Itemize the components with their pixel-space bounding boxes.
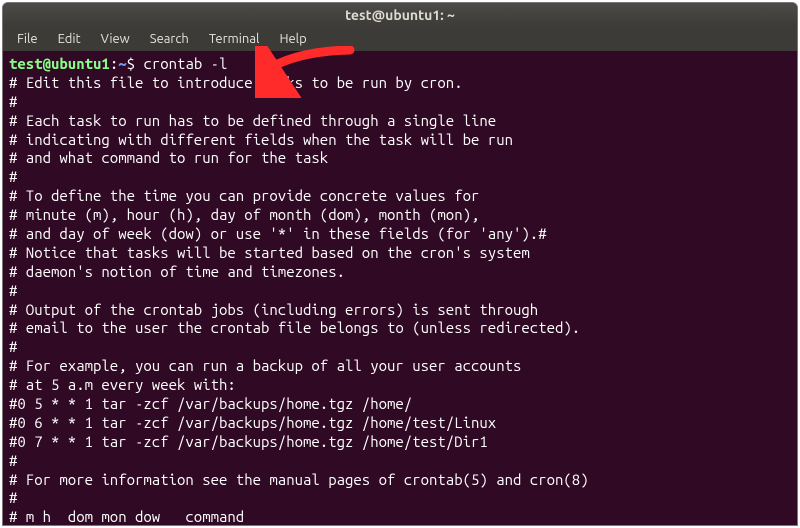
- output-line: # indicating with different fields when …: [9, 131, 791, 150]
- menu-view[interactable]: View: [93, 30, 138, 48]
- output-line: # daemon's notion of time and timezones.: [9, 263, 791, 282]
- terminal-window: test@ubuntu1: ~ File Edit View Search Te…: [2, 2, 798, 526]
- ps1-colon: :: [110, 55, 118, 72]
- output-line: #: [9, 452, 791, 471]
- output-line: # Notice that tasks will be started base…: [9, 244, 791, 263]
- command-text: crontab -l: [143, 55, 227, 72]
- ps1-dollar: $: [127, 55, 135, 72]
- output-line: # and day of week (dow) or use '*' in th…: [9, 225, 791, 244]
- ps1-userhost: test@ubuntu1: [9, 55, 110, 72]
- menu-file[interactable]: File: [9, 30, 46, 48]
- output-line: #: [9, 168, 791, 187]
- menu-help[interactable]: Help: [271, 30, 314, 48]
- output-line: #: [9, 489, 791, 508]
- output-line: #0 7 * * 1 tar -zcf /var/backups/home.tg…: [9, 433, 791, 452]
- output-line: #0 6 * * 1 tar -zcf /var/backups/home.tg…: [9, 414, 791, 433]
- terminal-viewport[interactable]: test@ubuntu1:~$ crontab -l# Edit this fi…: [3, 51, 797, 526]
- output-line: #: [9, 282, 791, 301]
- window-titlebar[interactable]: test@ubuntu1: ~: [3, 3, 797, 27]
- output-line: # minute (m), hour (h), day of month (do…: [9, 206, 791, 225]
- output-line: # For example, you can run a backup of a…: [9, 357, 791, 376]
- output-line: # To define the time you can provide con…: [9, 187, 791, 206]
- menu-search[interactable]: Search: [142, 30, 197, 48]
- output-line: #: [9, 93, 791, 112]
- output-line: # m h dom mon dow command: [9, 508, 791, 526]
- output-line: # Edit this file to introduce tasks to b…: [9, 74, 791, 93]
- output-line: # at 5 a.m every week with:: [9, 376, 791, 395]
- window-title: test@ubuntu1: ~: [345, 7, 455, 23]
- output-line: # Each task to run has to be defined thr…: [9, 112, 791, 131]
- output-line: #0 5 * * 1 tar -zcf /var/backups/home.tg…: [9, 395, 791, 414]
- output-line: # Output of the crontab jobs (including …: [9, 301, 791, 320]
- menu-edit[interactable]: Edit: [50, 30, 89, 48]
- output-line: # For more information see the manual pa…: [9, 471, 791, 490]
- command-line: test@ubuntu1:~$ crontab -l: [9, 55, 791, 74]
- output-line: # email to the user the crontab file bel…: [9, 319, 791, 338]
- ps1-path: ~: [118, 55, 126, 72]
- output-line: #: [9, 338, 791, 357]
- output-line: # and what command to run for the task: [9, 149, 791, 168]
- menu-bar: File Edit View Search Terminal Help: [3, 27, 797, 51]
- menu-terminal[interactable]: Terminal: [201, 30, 268, 48]
